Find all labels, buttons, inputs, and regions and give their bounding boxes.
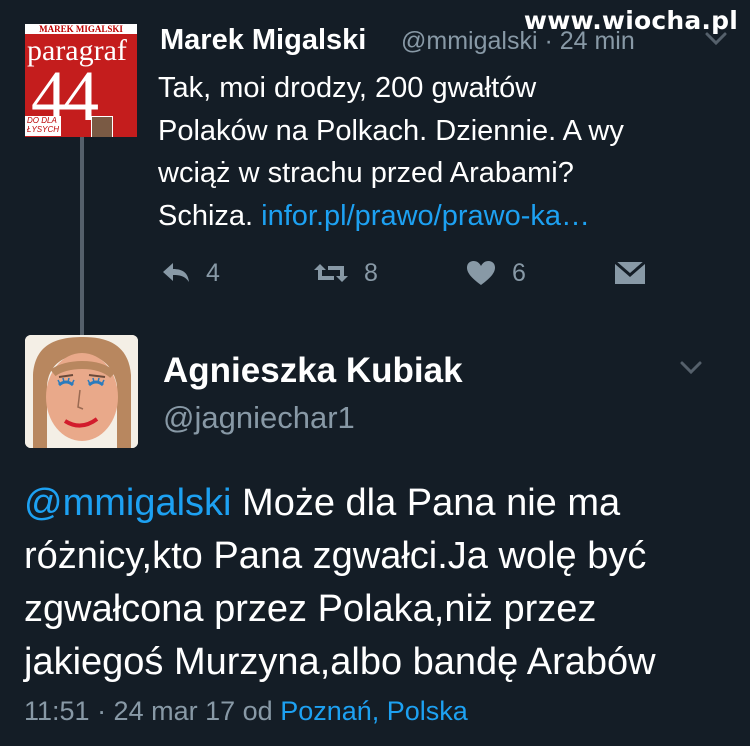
tweet-link[interactable]: infor.pl/prawo/prawo-ka… bbox=[261, 200, 590, 232]
avatar-drawing bbox=[25, 335, 138, 448]
chevron-down-icon[interactable] bbox=[678, 359, 704, 377]
mention-link[interactable]: @mmigalski bbox=[24, 482, 231, 524]
tweet-text-line: jakiegoś Murzyna,albo bandę Arabów bbox=[24, 641, 656, 683]
tweet-text-line: zgwałcona przez Polaka,niż przez bbox=[24, 588, 597, 630]
author-handle[interactable]: @jagniechar1 bbox=[163, 400, 355, 436]
reply-icon bbox=[163, 263, 189, 282]
thread-line bbox=[80, 137, 84, 335]
avatar-small-text: DO DLA ŁYSYCH bbox=[25, 116, 61, 136]
tweet-text: Tak, moi drodzy, 200 gwałtów Polaków na … bbox=[158, 67, 718, 238]
reply-button[interactable]: 4 bbox=[160, 256, 220, 290]
message-button[interactable] bbox=[614, 256, 646, 290]
retweet-icon bbox=[314, 264, 348, 282]
tweet-text: @mmigalski Może dla Pana nie ma różnicy,… bbox=[24, 477, 744, 689]
like-count: 6 bbox=[512, 258, 526, 287]
tweet-text-line: Polaków na Polkach. Dziennie. A wy bbox=[158, 114, 624, 147]
avatar-face bbox=[91, 116, 113, 137]
avatar-marek-migalski[interactable]: MAREK MIGALSKI paragraf 44 DO DLA ŁYSYCH bbox=[25, 24, 137, 137]
author-name[interactable]: Agnieszka Kubiak bbox=[163, 351, 463, 391]
like-button[interactable]: 6 bbox=[466, 256, 526, 290]
tweet-text-last: Schiza. bbox=[158, 200, 254, 233]
avatar-top-text: MAREK MIGALSKI bbox=[25, 24, 137, 34]
tweet-from: od bbox=[242, 696, 273, 726]
author-name[interactable]: Marek Migalski bbox=[160, 24, 366, 57]
tweet-meta: 11:51 · 24 mar 17 od Poznań, Polska bbox=[24, 696, 468, 727]
tweet-timestamp[interactable]: 11:51 · 24 mar 17 bbox=[24, 696, 235, 726]
like-icon bbox=[467, 261, 495, 285]
avatar-agnieszka-kubiak[interactable] bbox=[25, 335, 138, 448]
retweet-button[interactable]: 8 bbox=[312, 256, 378, 290]
tweet-text-line: wciąż w strachu przed Arabami? bbox=[158, 157, 574, 190]
tweet-text-line: różnicy,kto Pana zgwałci.Ja wolę być bbox=[24, 535, 647, 577]
tweet-text-line: Tak, moi drodzy, 200 gwałtów bbox=[158, 72, 537, 104]
tweet-text-line: @mmigalski Może dla Pana nie ma bbox=[24, 477, 744, 530]
author-handle-time[interactable]: @mmigalski · 24 min bbox=[401, 27, 635, 56]
message-icon bbox=[614, 261, 646, 284]
tweet-text-line: Schiza. infor.pl/prawo/prawo-ka… bbox=[158, 195, 718, 238]
tweet-location[interactable]: Poznań, Polska bbox=[280, 696, 468, 726]
reply-count: 4 bbox=[206, 258, 220, 287]
tweet-text-first: Może dla Pana nie ma bbox=[242, 482, 621, 524]
retweet-count: 8 bbox=[364, 258, 378, 287]
chevron-down-icon[interactable] bbox=[703, 30, 729, 48]
